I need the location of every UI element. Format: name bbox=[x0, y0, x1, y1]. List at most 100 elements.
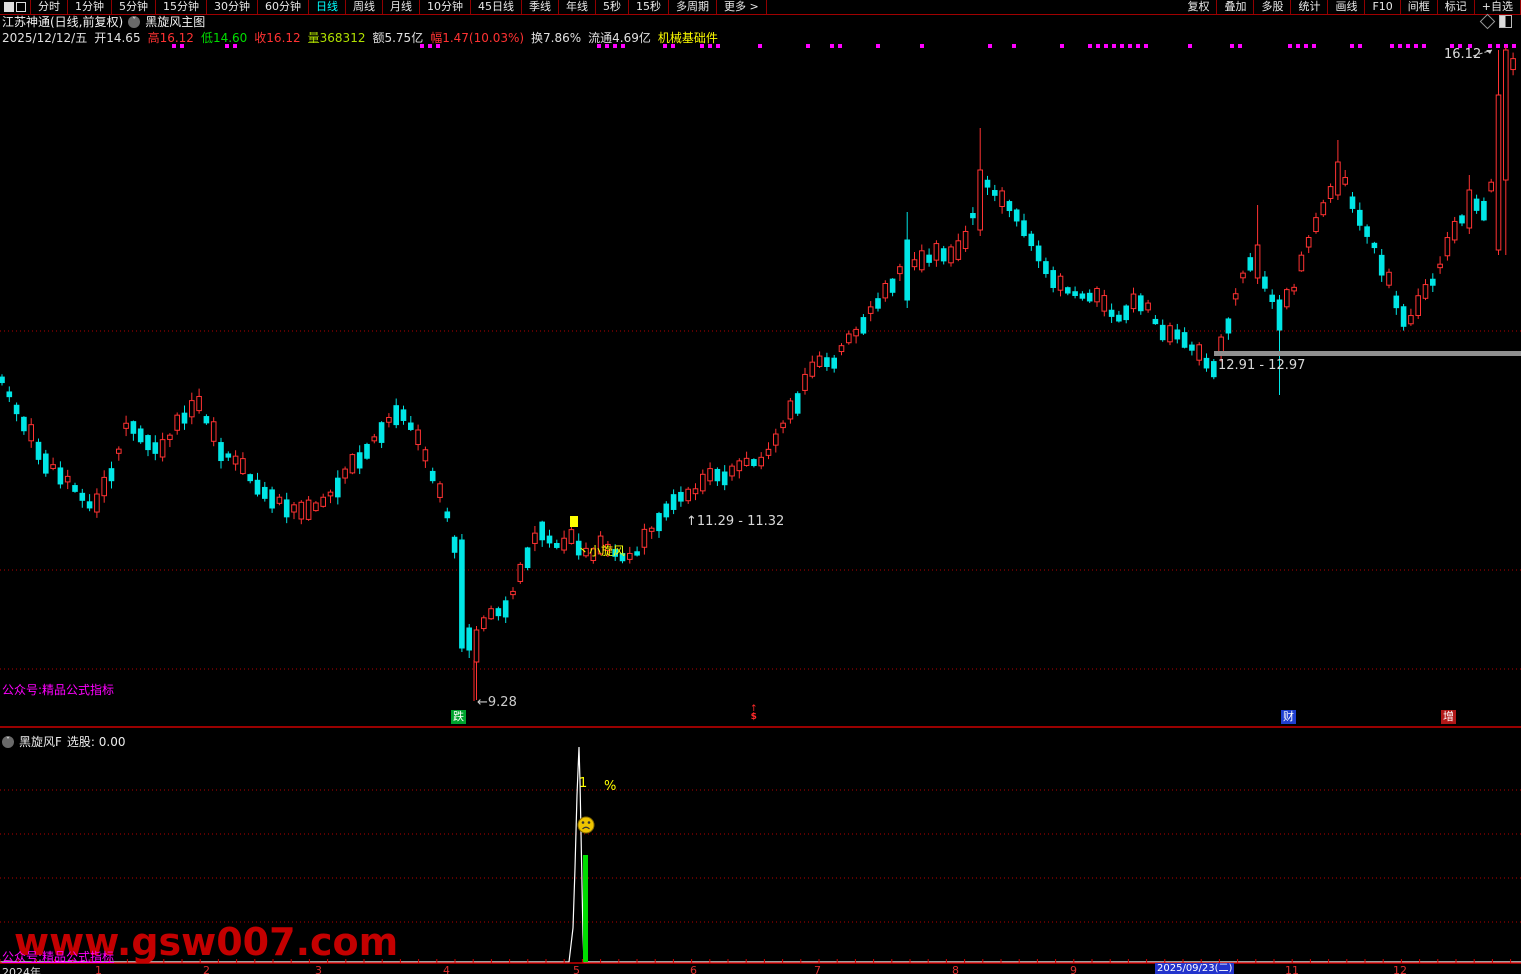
badge-zeng: 增 bbox=[1441, 710, 1456, 724]
period-menu-item-1[interactable]: 1分钟 bbox=[68, 0, 112, 14]
signal-dot bbox=[1496, 44, 1500, 48]
candle-body bbox=[241, 459, 246, 474]
period-menu-item-16[interactable]: 更多 > bbox=[717, 0, 767, 14]
signal-dot bbox=[1296, 44, 1300, 48]
period-menu-item-15[interactable]: 多周期 bbox=[669, 0, 717, 14]
candle-body bbox=[1445, 238, 1450, 256]
period-menu-item-0[interactable]: 分时 bbox=[31, 0, 68, 14]
candle-body bbox=[1051, 271, 1056, 288]
candle-body bbox=[949, 247, 954, 263]
candle-body bbox=[525, 548, 530, 568]
candle-body bbox=[1379, 255, 1384, 275]
info-field-9: 流通4.69亿 bbox=[588, 29, 651, 43]
candle-body bbox=[1460, 216, 1465, 223]
candle-body bbox=[80, 493, 85, 500]
candle-body bbox=[803, 374, 808, 390]
candle-body bbox=[1131, 294, 1136, 309]
candle-body bbox=[219, 443, 224, 461]
candle-body bbox=[1014, 210, 1019, 221]
candle-body bbox=[993, 191, 998, 196]
signal-dot bbox=[1312, 44, 1316, 48]
toolbar-item-0[interactable]: 复权 bbox=[1180, 0, 1217, 14]
toolbar-item-7[interactable]: 标记 bbox=[1438, 0, 1475, 14]
signal-dot bbox=[1136, 44, 1140, 48]
candle-body bbox=[277, 497, 282, 503]
candle-body bbox=[1146, 303, 1151, 310]
info-field-8: 换7.86% bbox=[531, 29, 581, 43]
candle-body bbox=[1343, 178, 1348, 185]
period-menu-item-9[interactable]: 10分钟 bbox=[420, 0, 471, 14]
candle-body bbox=[708, 469, 713, 481]
diamond-icon[interactable] bbox=[1480, 14, 1496, 30]
candle-body bbox=[701, 474, 706, 491]
candle-body bbox=[752, 460, 757, 466]
indicator-dropdown-icon[interactable]: ˇ bbox=[128, 16, 140, 28]
axis-month-7: 7 bbox=[814, 964, 821, 974]
period-menu-item-5[interactable]: 60分钟 bbox=[258, 0, 309, 14]
candle-body bbox=[255, 480, 260, 494]
toolbar-item-2[interactable]: 多股 bbox=[1254, 0, 1291, 14]
candle-body bbox=[540, 522, 545, 540]
period-menu-item-3[interactable]: 15分钟 bbox=[156, 0, 207, 14]
period-menu-item-6[interactable]: 日线 bbox=[309, 0, 346, 14]
candle-body bbox=[270, 490, 275, 508]
candle-body bbox=[124, 423, 129, 428]
candle-body bbox=[1372, 243, 1377, 247]
candle-body bbox=[51, 465, 56, 469]
window-icon[interactable] bbox=[0, 0, 31, 14]
signal-dot bbox=[1512, 44, 1516, 48]
axis-date-highlight[interactable]: 2025/09/23(二) bbox=[1155, 963, 1234, 974]
period-menu-item-7[interactable]: 周线 bbox=[346, 0, 383, 14]
signal-dot bbox=[1060, 44, 1064, 48]
candle-body bbox=[1467, 190, 1472, 228]
candle-body bbox=[737, 461, 742, 471]
candle-body bbox=[920, 251, 925, 270]
candle-body bbox=[117, 449, 122, 453]
period-menu-item-4[interactable]: 30分钟 bbox=[207, 0, 258, 14]
period-menu-item-13[interactable]: 5秒 bbox=[596, 0, 629, 14]
candle-body bbox=[679, 492, 684, 501]
candle-body bbox=[292, 505, 297, 512]
xuanfeng-marker-label: 丶小旋风 bbox=[577, 542, 625, 559]
toolbar-item-1[interactable]: 叠加 bbox=[1217, 0, 1254, 14]
sad-face-eye bbox=[582, 821, 585, 824]
title-row: 江苏神通(日线,前复权) ˇ 黑旋风主图 bbox=[2, 14, 205, 29]
candle-body bbox=[1226, 319, 1231, 333]
info-field-2: 高16.12 bbox=[148, 29, 194, 43]
candle-body bbox=[847, 334, 852, 343]
candle-body bbox=[1058, 276, 1063, 290]
toolbar-item-4[interactable]: 画线 bbox=[1328, 0, 1365, 14]
candle-body bbox=[1321, 203, 1326, 215]
toolbar-item-3[interactable]: 统计 bbox=[1291, 0, 1328, 14]
toolbar-item-6[interactable]: 间框 bbox=[1401, 0, 1438, 14]
candle-body bbox=[1212, 362, 1217, 377]
axis-month-2: 2 bbox=[203, 964, 210, 974]
candle-body bbox=[569, 530, 574, 544]
ohlc-info-row: 2025/12/12/五开14.65高16.12低14.60收16.12量368… bbox=[2, 29, 718, 43]
title-row-icons bbox=[1482, 15, 1512, 28]
candle-body bbox=[153, 443, 158, 454]
period-menu-item-10[interactable]: 45日线 bbox=[471, 0, 522, 14]
sub-indicator-dropdown-icon[interactable]: ˇ bbox=[2, 736, 14, 748]
info-field-6: 额5.75亿 bbox=[372, 29, 423, 43]
candle-body bbox=[1029, 234, 1034, 245]
candle-body bbox=[58, 468, 63, 484]
period-menu-item-14[interactable]: 15秒 bbox=[629, 0, 669, 14]
candle-body bbox=[372, 437, 377, 441]
candle-body bbox=[438, 484, 443, 498]
toolbar-item-8[interactable]: +自选 bbox=[1475, 0, 1521, 14]
candle-body bbox=[722, 472, 727, 485]
split-pane-icon[interactable] bbox=[1499, 15, 1512, 28]
signal-dot bbox=[1230, 44, 1234, 48]
candle-body bbox=[146, 436, 151, 450]
toolbar-item-5[interactable]: F10 bbox=[1365, 0, 1400, 14]
candle-body bbox=[649, 528, 654, 531]
period-menu-item-2[interactable]: 5分钟 bbox=[112, 0, 156, 14]
period-menu-item-12[interactable]: 年线 bbox=[559, 0, 596, 14]
candle-body bbox=[482, 618, 487, 629]
period-menu-item-11[interactable]: 季线 bbox=[522, 0, 559, 14]
candle-body bbox=[1007, 202, 1012, 211]
candle-body bbox=[1431, 279, 1436, 285]
period-menu-item-8[interactable]: 月线 bbox=[383, 0, 420, 14]
candle-body bbox=[321, 497, 326, 506]
